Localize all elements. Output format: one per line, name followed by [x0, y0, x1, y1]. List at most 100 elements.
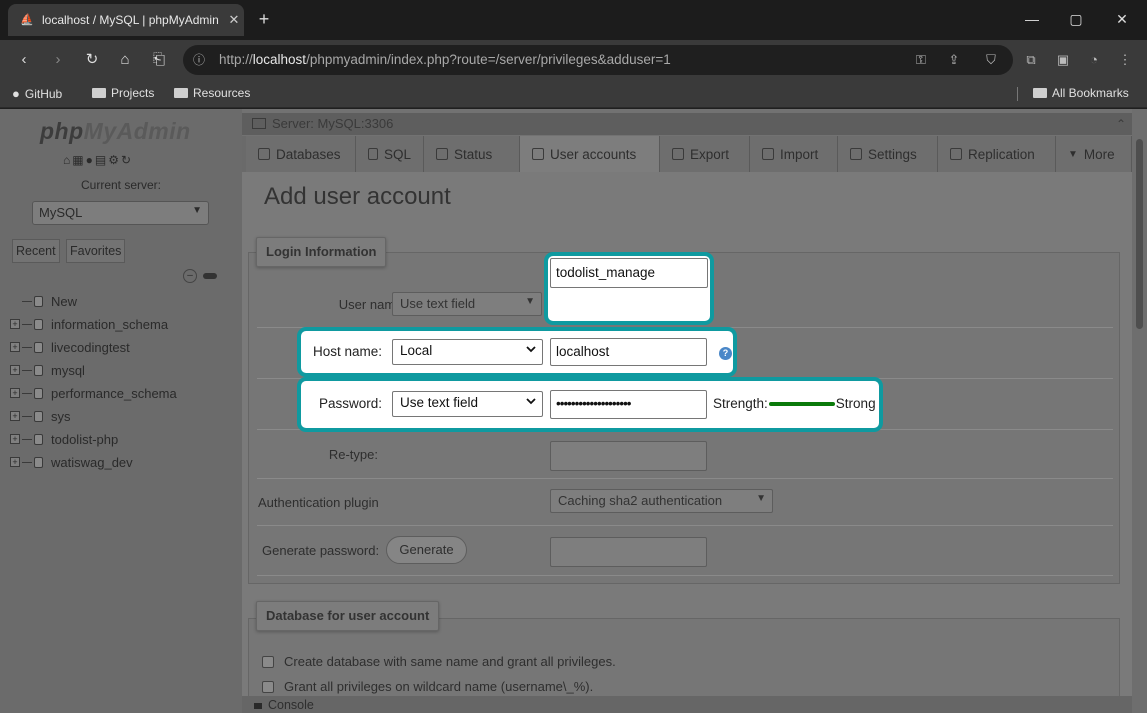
- expand-icon[interactable]: +: [10, 365, 20, 375]
- generate-button[interactable]: Generate: [386, 536, 467, 564]
- url-prefix: http://: [219, 52, 253, 67]
- close-tab-icon[interactable]: ✕: [224, 12, 244, 28]
- select-value: Use text field: [400, 395, 479, 410]
- expand-icon[interactable]: +: [10, 434, 20, 444]
- strength-meter: [768, 401, 835, 406]
- server-select[interactable]: MySQL ▼: [32, 201, 209, 225]
- expand-icon[interactable]: +: [10, 319, 20, 329]
- profile-icon[interactable]: ◔: [1083, 48, 1105, 72]
- tree-item-todolist-php[interactable]: + todolist-php: [10, 429, 118, 449]
- retype-password-input[interactable]: [550, 441, 707, 471]
- reload-icon[interactable]: ↻: [121, 153, 133, 167]
- checkbox[interactable]: [262, 680, 274, 693]
- server-breadcrumb[interactable]: Server: MySQL:3306 ⌃: [242, 113, 1132, 135]
- phpmyadmin-logo[interactable]: phpMyAdmin: [40, 118, 191, 145]
- all-bookmarks[interactable]: All Bookmarks: [1033, 86, 1129, 100]
- generate-password-label: Generate password:: [262, 543, 380, 558]
- tree-item-sys[interactable]: + sys: [10, 406, 71, 426]
- page-scrollbar[interactable]: [1132, 109, 1147, 713]
- create-db-option[interactable]: Create database with same name and grant…: [262, 654, 616, 669]
- host-name-input[interactable]: localhost: [550, 338, 707, 366]
- docs-icon[interactable]: ▤: [95, 153, 108, 167]
- tab-export[interactable]: Export: [660, 136, 750, 172]
- grant-wildcard-option[interactable]: Grant all privileges on wildcard name (u…: [262, 679, 593, 694]
- close-window-icon[interactable]: ✕: [1112, 8, 1132, 30]
- tab-label: Export: [690, 146, 730, 162]
- help-icon[interactable]: ●: [86, 153, 95, 167]
- tab-import[interactable]: Import: [750, 136, 838, 172]
- chevron-down-icon: ▼: [1068, 148, 1078, 160]
- generated-password-input[interactable]: [550, 537, 707, 567]
- console-icon: [254, 702, 262, 709]
- expand-icon[interactable]: +: [10, 411, 20, 421]
- tab-user-accounts[interactable]: User accounts: [520, 136, 660, 172]
- extensions-icon[interactable]: ⧉: [1020, 48, 1042, 72]
- checkbox[interactable]: [262, 655, 274, 668]
- collapse-top-icon[interactable]: ⌃: [1116, 113, 1126, 135]
- user-name-input[interactable]: todolist_manage: [550, 258, 708, 288]
- url-host: localhost: [252, 52, 307, 67]
- console-bar[interactable]: Console: [242, 696, 1132, 713]
- tab-replication[interactable]: Replication: [938, 136, 1056, 172]
- bookmarks-bar: ● GitHub Projects Resources All Bookmark…: [0, 80, 1147, 108]
- bookmark-resources[interactable]: Resources: [174, 86, 250, 100]
- host-type-select[interactable]: Local: [392, 339, 543, 365]
- bookmark-github[interactable]: ● GitHub: [12, 86, 62, 101]
- collapse-all-icon[interactable]: –: [183, 269, 197, 283]
- menu-icon[interactable]: ⋮: [1114, 48, 1136, 72]
- tree-item-livecodingtest[interactable]: + livecodingtest: [10, 337, 130, 357]
- tab-status[interactable]: Status: [424, 136, 520, 172]
- home-icon[interactable]: ⌂: [63, 153, 72, 167]
- auth-plugin-select[interactable]: Caching sha2 authentication ▼: [550, 489, 773, 513]
- tab-recent[interactable]: Recent: [12, 239, 60, 263]
- shield-icon[interactable]: ⛉: [980, 48, 1002, 72]
- expand-icon[interactable]: +: [10, 457, 20, 467]
- database-icon: [34, 387, 43, 399]
- tree-item-new[interactable]: New: [10, 291, 77, 311]
- help-icon[interactable]: ?: [719, 347, 732, 360]
- tab-label: Replication: [968, 146, 1035, 162]
- tab-title: localhost / MySQL | phpMyAdmin: [42, 13, 219, 27]
- maximize-icon[interactable]: ▢: [1066, 8, 1086, 30]
- user-name-type-select[interactable]: Use text field ▼: [392, 292, 542, 316]
- tree-item-label: performance_schema: [51, 385, 177, 401]
- link-icon[interactable]: [203, 273, 217, 279]
- site-info-icon[interactable]: ⓘ: [193, 45, 205, 75]
- database-icon: [34, 410, 43, 422]
- expand-icon[interactable]: +: [10, 342, 20, 352]
- share-icon[interactable]: ⇪: [943, 48, 965, 72]
- bookmark-icon[interactable]: ⎗: [147, 48, 171, 72]
- database-legend: Database for user account: [256, 601, 440, 631]
- bookmark-projects[interactable]: Projects: [92, 86, 154, 100]
- row-divider: [257, 525, 1113, 526]
- new-tab-button[interactable]: +: [253, 8, 275, 30]
- home-icon[interactable]: ⌂: [113, 48, 137, 72]
- tab-favorites[interactable]: Favorites: [66, 239, 126, 263]
- password-input[interactable]: ••••••••••••••••••••: [550, 390, 707, 419]
- password-type-select[interactable]: Use text field: [392, 391, 543, 417]
- tab-sql[interactable]: SQL: [356, 136, 424, 172]
- tree-item-performance-schema[interactable]: + performance_schema: [10, 383, 177, 403]
- expand-icon[interactable]: +: [10, 388, 20, 398]
- forward-icon[interactable]: ›: [46, 48, 70, 72]
- tree-item-information-schema[interactable]: + information_schema: [10, 314, 168, 334]
- quick-icons: ⌂▦●▤⚙↻: [63, 153, 133, 167]
- tree-item-watiswag-dev[interactable]: + watiswag_dev: [10, 452, 133, 472]
- tab-settings[interactable]: Settings: [838, 136, 938, 172]
- sidebar-icon[interactable]: ▣: [1052, 48, 1074, 72]
- tab-more[interactable]: ▼ More: [1056, 136, 1132, 172]
- scrollbar-thumb[interactable]: [1136, 139, 1143, 329]
- minimize-icon[interactable]: —: [1022, 8, 1042, 30]
- key-icon[interactable]: ⚿: [910, 48, 932, 72]
- tab-label: More: [1083, 146, 1115, 162]
- reload-icon[interactable]: ↻: [80, 48, 104, 72]
- browser-tab[interactable]: ⛵ localhost / MySQL | phpMyAdmin ✕: [8, 4, 244, 36]
- address-bar[interactable]: ⓘ http://localhost/phpmyadmin/index.php?…: [183, 45, 1013, 75]
- tab-databases[interactable]: Databases: [246, 136, 356, 172]
- settings-icon[interactable]: ⚙: [108, 153, 121, 167]
- import-icon: [762, 148, 774, 160]
- tree-item-mysql[interactable]: + mysql: [10, 360, 85, 380]
- back-icon[interactable]: ‹: [12, 48, 36, 72]
- logout-icon[interactable]: ▦: [72, 153, 85, 167]
- bookmark-label: GitHub: [24, 86, 63, 101]
